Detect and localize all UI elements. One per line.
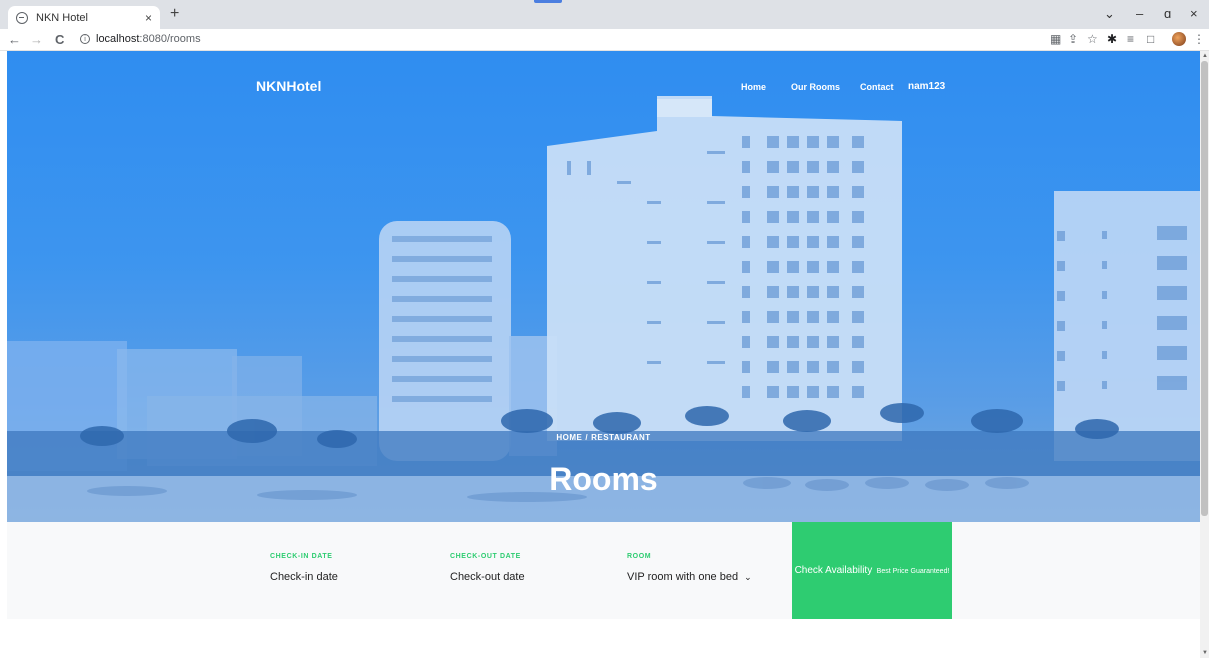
checkin-label: CHECK-IN DATE [270,553,333,560]
tab-list-button[interactable]: ⌄ [1104,6,1115,22]
address-bar[interactable]: i localhost:8080/rooms [80,33,201,45]
reload-button[interactable]: C [55,32,64,47]
close-window-button[interactable]: × [1190,6,1198,21]
site-brand-logo[interactable]: NKNHotel [256,78,321,94]
scroll-down-icon[interactable]: ▼ [1202,650,1208,656]
booking-form: CHECK-IN DATE Check-in date CHECK-OUT DA… [7,522,1200,619]
restore-button[interactable]: ɑ [1164,6,1171,21]
side-panel-icon[interactable]: □ [1147,32,1154,46]
checkout-input[interactable]: Check-out date [450,571,525,583]
nav-user-account[interactable]: nam123 [908,81,945,92]
breadcrumb-current: RESTAURANT [591,433,651,442]
scrollbar-thumb[interactable] [1201,61,1208,516]
hero-banner: NKNHotel Home Our Rooms Contact nam123 H… [7,51,1200,522]
bookmark-star-icon[interactable]: ☆ [1087,32,1098,46]
nav-home[interactable]: Home [741,82,766,92]
scroll-up-icon[interactable]: ▲ [1202,53,1208,59]
reading-list-icon[interactable]: ≡ [1127,32,1134,46]
room-select[interactable]: VIP room with one bed ⌄ [627,571,752,583]
check-availability-label: Check Availability [794,565,873,576]
close-tab-icon[interactable]: × [145,11,152,25]
browser-tab-bar: NKN Hotel × + ⌄ – ɑ × [0,0,1209,29]
browser-tab[interactable]: NKN Hotel × [8,6,160,29]
hotel-skyline-illustration [7,96,1200,522]
checkin-input[interactable]: Check-in date [270,571,338,583]
tab-title: NKN Hotel [36,11,88,24]
checkout-field[interactable]: CHECK-OUT DATE Check-out date [450,553,525,583]
nav-our-rooms[interactable]: Our Rooms [791,82,840,92]
check-availability-button[interactable]: Check Availability Best Price Guaranteed… [792,522,952,619]
back-button[interactable]: ← [8,32,21,47]
profile-avatar[interactable] [1172,32,1186,46]
page-scrollbar[interactable]: ▲ ▼ [1200,51,1209,658]
url-host: localhost [96,33,140,45]
forward-button[interactable]: → [30,32,43,47]
globe-icon [16,11,28,24]
page-title: Rooms [549,461,658,497]
breadcrumb: HOME / RESTAURANT [7,433,1200,442]
chevron-down-icon: ⌄ [744,572,752,582]
best-price-label: Best Price Guaranteed! [876,568,950,575]
room-field[interactable]: ROOM VIP room with one bed ⌄ [627,553,752,583]
new-tab-button[interactable]: + [170,5,179,23]
checkin-field[interactable]: CHECK-IN DATE Check-in date [270,553,338,583]
room-label: ROOM [627,553,652,560]
room-select-value: VIP room with one bed [627,571,739,583]
url-path: :8080/rooms [139,33,201,45]
checkout-label: CHECK-OUT DATE [450,553,521,560]
share-icon[interactable]: ⇪ [1068,32,1078,46]
page-viewport: NKNHotel Home Our Rooms Contact nam123 H… [7,51,1200,658]
breadcrumb-separator: / [585,433,589,442]
site-info-icon[interactable]: i [80,34,90,44]
translate-icon[interactable]: ▦ [1050,32,1061,46]
nav-contact[interactable]: Contact [860,82,894,92]
tab-search-indicator [534,0,562,3]
extensions-icon[interactable]: ✱ [1107,32,1117,46]
breadcrumb-home[interactable]: HOME [556,433,582,442]
menu-dots-icon[interactable]: ⋮ [1193,32,1205,46]
browser-toolbar: ← → C i localhost:8080/rooms ▦ ⇪ ☆ ✱ ≡ □… [0,29,1209,51]
minimize-button[interactable]: – [1136,6,1143,21]
